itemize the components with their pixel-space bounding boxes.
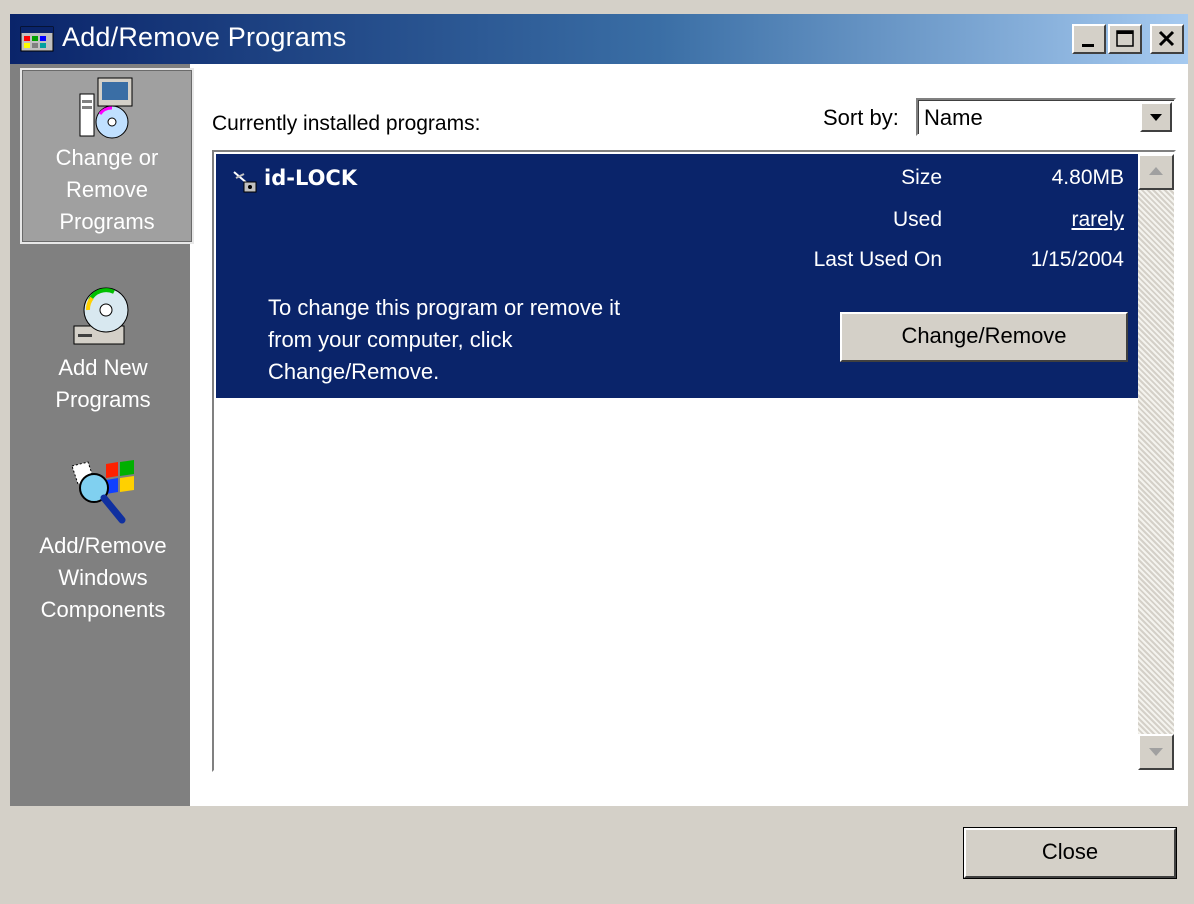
vertical-scrollbar[interactable] [1138,154,1174,770]
sort-by-select[interactable]: Name [916,98,1176,136]
chevron-down-icon [1149,748,1163,756]
sort-by-label: Sort by: [823,105,899,130]
description-line: To change this program or remove it [268,295,621,320]
installed-programs-list[interactable]: id-LOCK Size 4.80MB Used rarely Last Use… [212,150,1176,772]
description-line: Change/Remove. [268,359,440,384]
control-panel-icon[interactable] [20,26,54,52]
sidebar-item-label: Add New [58,355,148,380]
sort-by-value: Name [924,105,983,130]
sidebar: Change or Remove Programs Add New Progra… [10,64,194,806]
installed-programs-label: Currently installed programs: [212,112,481,135]
maximize-icon [1116,30,1134,47]
id-lock-program-icon [233,171,257,193]
sidebar-item-add-new-programs[interactable]: Add New Programs [18,282,188,416]
sidebar-item-add-remove-windows-components[interactable]: Add/Remove Windows Components [18,458,188,626]
close-button[interactable]: Close [964,828,1176,878]
sidebar-item-label: Windows [58,565,148,590]
cd-install-icon [73,287,129,345]
sidebar-item-change-remove-programs[interactable]: Change or Remove Programs [20,68,194,244]
used-frequency-link[interactable]: rarely [964,208,1124,232]
scroll-down-button[interactable] [1138,734,1174,770]
sidebar-item-label: Programs [55,387,151,412]
list-item-selected[interactable]: id-LOCK Size 4.80MB Used rarely Last Use… [216,154,1138,398]
minimize-icon [1082,44,1094,47]
size-value: 4.80MB [1051,166,1124,189]
button-bar: Close [10,806,1188,898]
program-description: To change this program or remove it from… [268,292,738,388]
minimize-button[interactable] [1072,24,1106,54]
description-line: from your computer, click [268,327,513,352]
scroll-up-button[interactable] [1138,154,1174,190]
change-remove-programs-icon [79,77,133,139]
window-title: Add/Remove Programs [62,22,347,52]
program-name: id-LOCK [264,166,358,190]
close-icon [1158,30,1175,47]
last-used-label: Last Used On [813,248,942,271]
add-remove-programs-window: Add/Remove Programs Change or Remove Pro… [0,0,1194,904]
sidebar-item-label: Remove [66,177,148,202]
sidebar-item-label: Add/Remove [39,533,167,558]
sidebar-item-label: Components [40,597,166,622]
windows-components-icon [71,460,134,524]
last-used-value: 1/15/2004 [1030,248,1124,271]
sort-dropdown-button[interactable] [1140,102,1172,132]
close-window-button[interactable] [1150,24,1184,54]
title-bar[interactable]: Add/Remove Programs [10,14,1188,64]
sidebar-item-label: Programs [59,209,155,234]
chevron-down-icon [1150,114,1162,121]
used-label: Used [892,208,942,231]
sidebar-item-label: Change or [55,145,159,170]
size-label: Size [901,166,942,189]
chevron-up-icon [1149,167,1163,175]
maximize-button[interactable] [1108,24,1142,54]
change-remove-button[interactable]: Change/Remove [840,312,1128,362]
